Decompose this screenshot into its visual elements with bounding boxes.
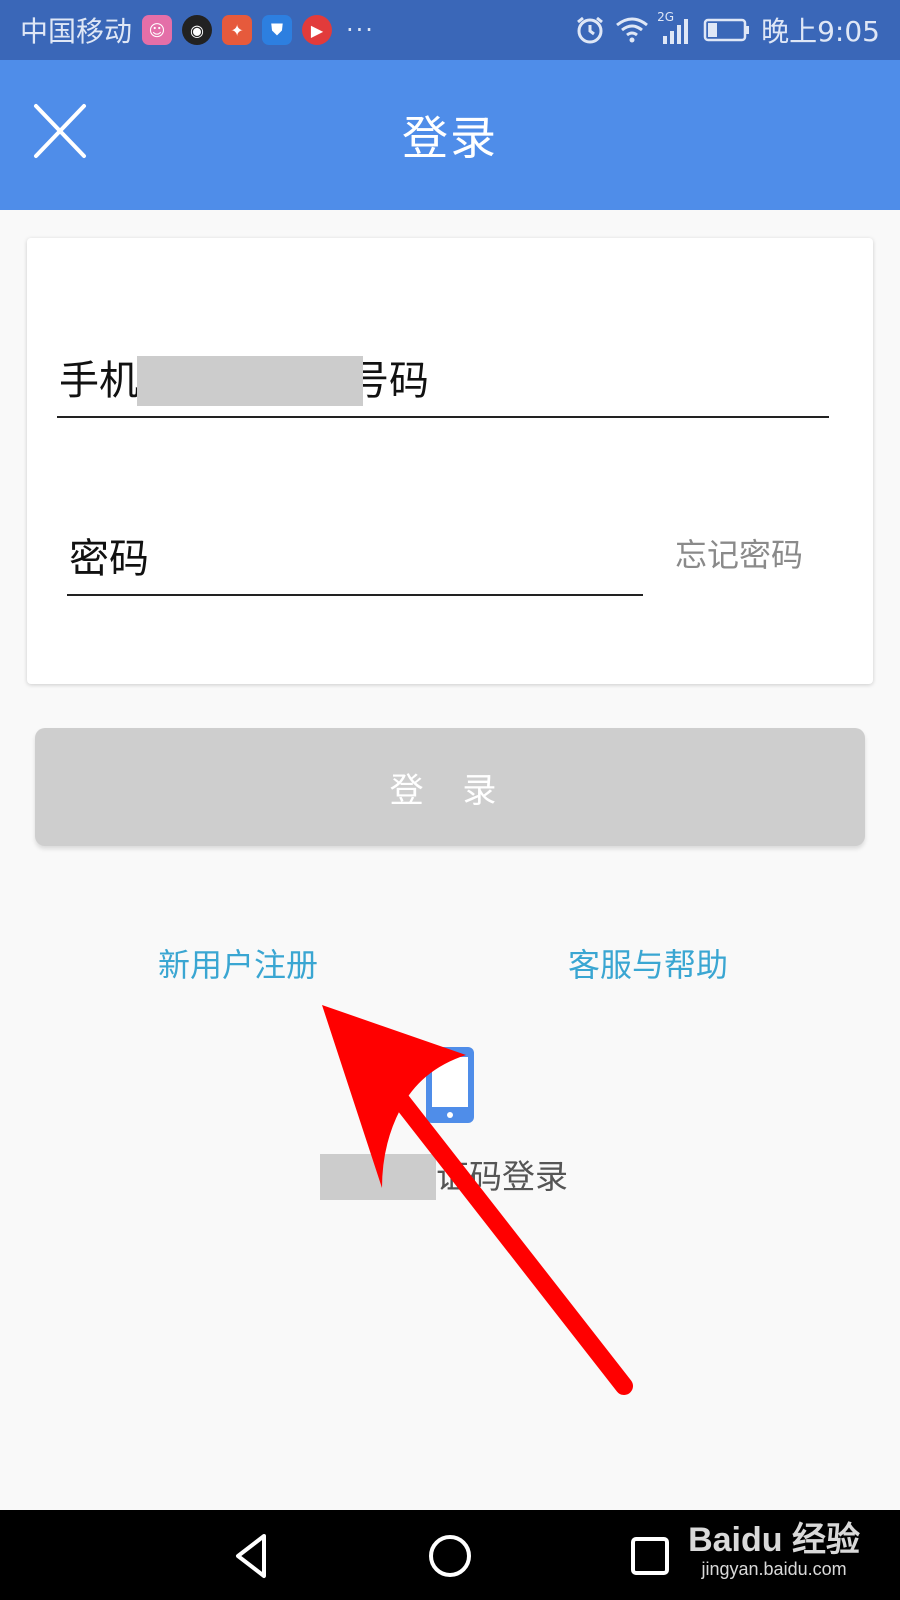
video-app-icon: ▶ (302, 15, 333, 45)
password-placeholder: 密码 (69, 536, 149, 582)
person-app-icon: ✦ (222, 15, 253, 45)
login-button[interactable]: 登 录 (35, 728, 865, 846)
sms-login-label: 证码登录 (436, 1157, 568, 1196)
mobile-phone-icon[interactable] (424, 1045, 476, 1125)
register-link[interactable]: 新用户注册 (158, 940, 318, 986)
recent-apps-icon[interactable] (622, 1528, 678, 1584)
more-notifications-icon: ··· (346, 16, 375, 44)
forgot-password-link[interactable]: 忘记密码 (675, 530, 803, 576)
carrier-label: 中国移动 (20, 15, 133, 48)
camera-app-icon: ◉ (182, 15, 213, 45)
watermark-url: jingyan.baidu.com (701, 1559, 847, 1579)
phone-placeholder-start: 手机 (59, 358, 139, 404)
home-icon[interactable] (422, 1528, 478, 1584)
status-bar: 中国移动 ☺ ◉ ✦ ⛊ ▶ ··· 2G 晚上9:05 (0, 0, 900, 60)
redacted-area (137, 356, 363, 406)
status-bar-right: 2G 晚上9:05 (575, 10, 880, 50)
app-header: 登录 (0, 60, 900, 210)
shield-app-icon: ⛊ (262, 15, 293, 45)
battery-icon (703, 17, 751, 43)
watermark-brand: Baidu 经验 (688, 1521, 860, 1559)
status-bar-left: 中国移动 ☺ ◉ ✦ ⛊ ▶ ··· (20, 10, 375, 50)
clock-label: 晚上9:05 (761, 15, 880, 48)
watermark: Baidu 经验 jingyan.baidu.com (688, 1512, 860, 1580)
help-link[interactable]: 客服与帮助 (568, 940, 728, 986)
network-type-label: 2G (657, 10, 675, 24)
app-notification-icon: ☺ (142, 15, 173, 45)
back-icon[interactable] (226, 1528, 282, 1584)
signal-icon: 2G (657, 10, 693, 44)
password-input[interactable]: 密码 (67, 528, 643, 596)
wifi-icon (615, 16, 649, 44)
login-screen: 中国移动 ☺ ◉ ✦ ⛊ ▶ ··· 2G 晚上9:05 登录 手机 号码 密码… (0, 0, 900, 1600)
alarm-icon (575, 15, 605, 45)
login-form-card: 手机 号码 密码 忘记密码 (27, 238, 873, 684)
page-title: 登录 (402, 111, 498, 165)
phone-number-input[interactable]: 手机 号码 (57, 356, 829, 418)
redacted-area (320, 1154, 436, 1200)
